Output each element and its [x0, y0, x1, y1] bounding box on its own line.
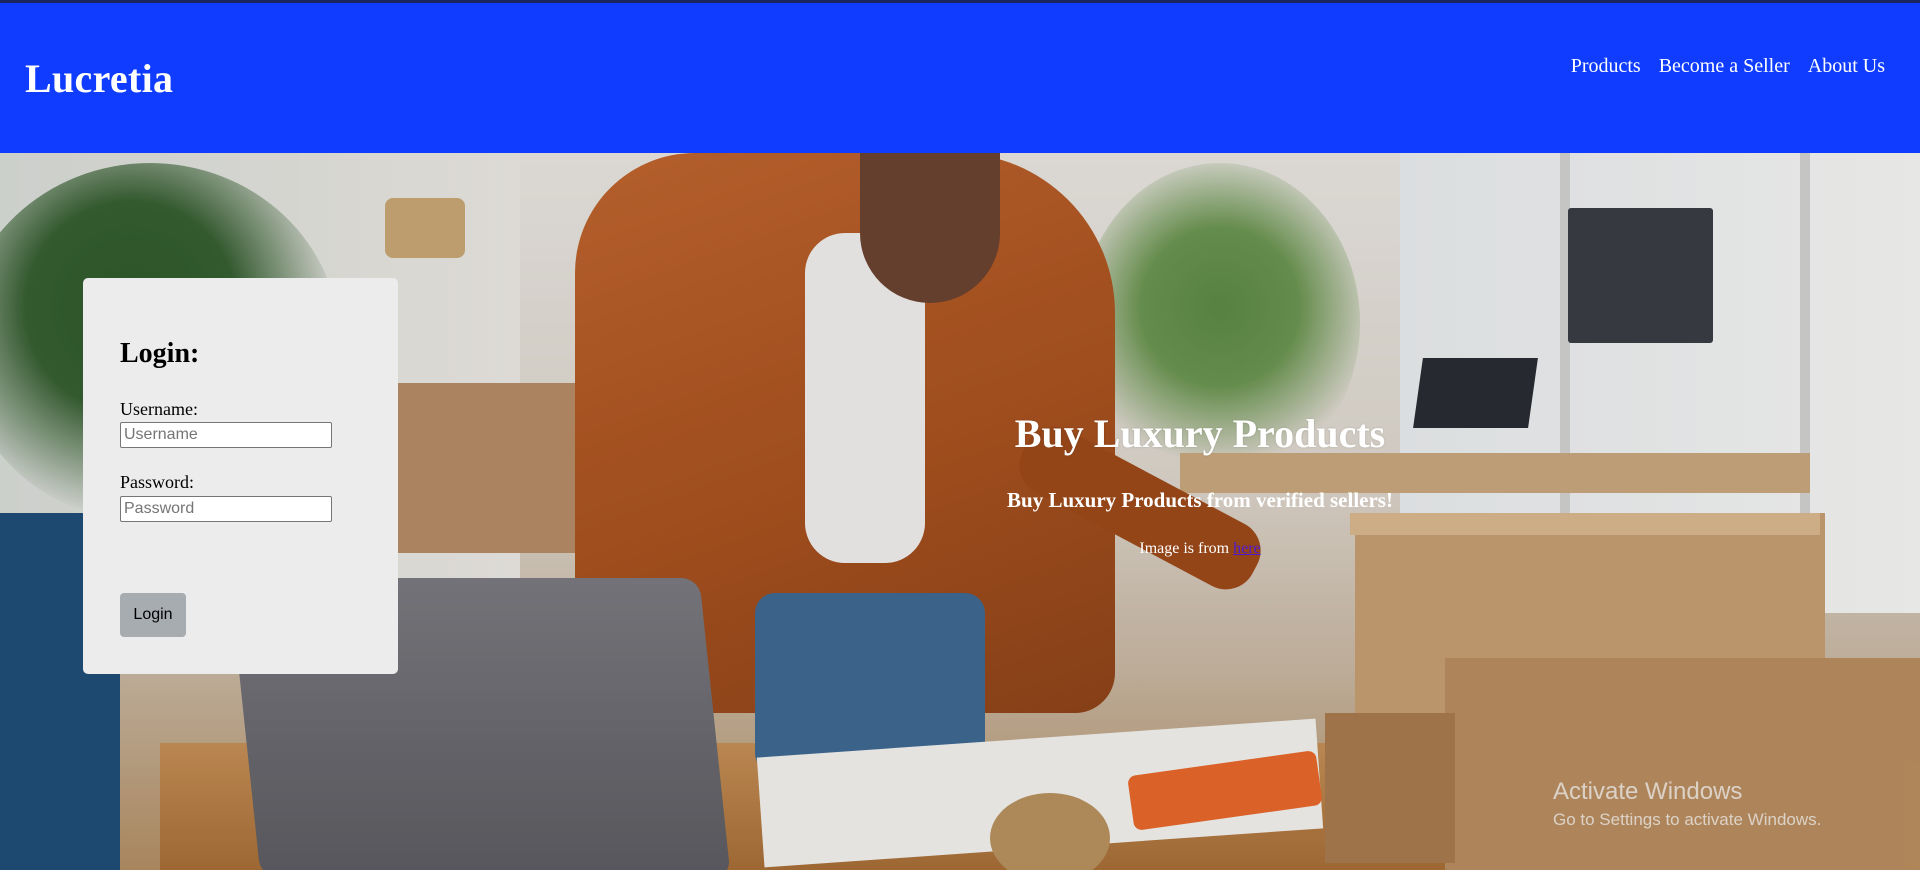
watermark-line-1: Activate Windows: [1553, 778, 1743, 805]
password-input[interactable]: [120, 496, 332, 522]
watermark-line-2: Go to Settings to activate Windows.: [1553, 810, 1822, 829]
nav-link-products[interactable]: Products: [1571, 55, 1641, 78]
brand-logo-text[interactable]: Lucretia: [25, 55, 173, 102]
login-button[interactable]: Login: [120, 593, 186, 637]
login-title: Login:: [120, 338, 200, 369]
image-credit-text: Image is from: [1139, 540, 1234, 557]
nav-link-become-seller[interactable]: Become a Seller: [1659, 55, 1790, 78]
username-input[interactable]: [120, 422, 332, 448]
hero-title: Buy Luxury Products: [1014, 411, 1386, 456]
site-header: Lucretia Products Become a Seller About …: [0, 0, 1920, 153]
hero-subtitle: Buy Luxury Products from verified seller…: [1007, 488, 1393, 512]
username-label: Username:: [120, 399, 198, 419]
password-label: Password:: [120, 472, 195, 492]
windows-activation-watermark: Activate Windows Go to Settings to activ…: [1553, 778, 1821, 830]
image-credit-link[interactable]: here: [1233, 540, 1261, 557]
nav-link-about-us[interactable]: About Us: [1808, 55, 1885, 78]
main-nav: Products Become a Seller About Us: [1571, 55, 1885, 78]
login-form-card: Login: Username: Password: Login: [83, 278, 398, 674]
image-credit: Image is from here: [950, 540, 1450, 558]
